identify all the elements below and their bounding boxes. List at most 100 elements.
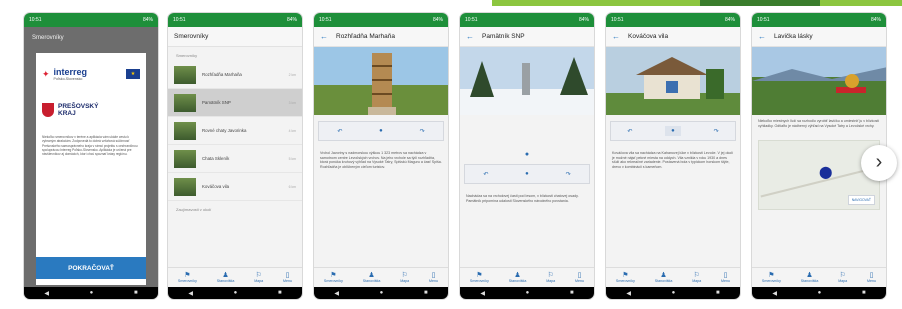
rewind-icon[interactable]: ↶ [627, 128, 632, 135]
play-icon[interactable]: ● [379, 128, 383, 134]
people-icon: ♟ [222, 272, 229, 279]
next-arrow-button[interactable]: › [861, 145, 897, 181]
back-icon[interactable]: ◀ [334, 290, 339, 297]
recents-icon[interactable]: ■ [570, 290, 574, 296]
rewind-icon[interactable]: ↶ [337, 128, 342, 135]
page-title: Lavička lásky [774, 33, 813, 40]
back-icon[interactable]: ◀ [44, 290, 49, 297]
android-nav-bar: ◀ ● ■ [168, 287, 302, 299]
presov-region-logo: PREŠOVSKÝ KRAJ [42, 103, 140, 117]
nav-item[interactable]: ▯ Menu [283, 272, 292, 283]
list-item[interactable]: Rozhľadňa Marhaňa 2 km [168, 61, 302, 89]
signpost-icon: ⚑ [768, 272, 775, 279]
back-arrow-icon[interactable]: ← [612, 32, 620, 41]
section-label: Smerovníky [176, 53, 198, 58]
home-icon[interactable]: ● [90, 290, 94, 296]
home-icon[interactable]: ● [380, 290, 384, 296]
status-bar: 10:51 84% [752, 13, 886, 27]
recents-icon[interactable]: ■ [862, 290, 866, 296]
android-nav-bar: ◀ ● ■ [606, 287, 740, 299]
nav-item[interactable]: ⚑ Smerovníky [178, 272, 197, 283]
screenshot-detail-villa: 10:51 84% ← Kováčova vila ↶ ● ↷ Kováčova v… [605, 12, 741, 300]
nav-item[interactable]: ▯ Menu [867, 272, 876, 283]
nav-item[interactable]: ⚐ Mapa [546, 272, 555, 283]
nav-item[interactable]: ♟ Stanovištia [363, 272, 381, 283]
nav-item[interactable]: ⚑ Smerovníky [616, 272, 635, 283]
nav-item[interactable]: ⚐ Mapa [254, 272, 263, 283]
nav-item[interactable]: ⚐ Mapa [692, 272, 701, 283]
android-nav-bar: ◀ ● ■ [460, 287, 594, 299]
list-item[interactable]: Rovné chaty Javorinka 4 km [168, 117, 302, 145]
app-bar: ← Kováčova vila [606, 27, 740, 47]
description-text: Vrchol Javoriny s nadmorskou výškou 1 32… [320, 151, 442, 169]
home-icon[interactable]: ● [818, 290, 822, 296]
audio-player: ↶ ● ↷ [318, 121, 444, 141]
back-icon[interactable]: ◀ [626, 290, 631, 297]
people-icon: ♟ [368, 272, 375, 279]
back-icon[interactable]: ◀ [480, 290, 485, 297]
nav-item[interactable]: ♟ Stanovištia [509, 272, 527, 283]
thumbnail [174, 65, 196, 84]
page-title: Pamätník SNP [482, 33, 525, 40]
recents-icon[interactable]: ■ [424, 290, 428, 296]
description-text: Kováčova vila sa nachádza na Kahanovej l… [612, 151, 734, 169]
thumbnail [174, 121, 196, 140]
accent-bar-dark [700, 0, 820, 6]
home-icon[interactable]: ● [672, 290, 676, 296]
back-icon[interactable]: ◀ [772, 290, 777, 297]
status-bar: 10:51 84% [314, 13, 448, 27]
navigate-button[interactable]: NAVIGOVAŤ [847, 195, 875, 206]
tower-photo-svg [314, 47, 448, 115]
nav-item[interactable]: ⚑ Smerovníky [470, 272, 489, 283]
nav-item[interactable]: ♟ Stanovištia [655, 272, 673, 283]
recents-icon[interactable]: ■ [278, 290, 282, 296]
bottom-nav: ⚑ Smerovníky ♟ Stanovištia ⚐ Mapa ▯ Menu [314, 267, 448, 287]
location-map[interactable]: ⬤ NAVIGOVAŤ [758, 140, 880, 211]
nav-item[interactable]: ♟ Stanovištia [217, 272, 235, 283]
background-title: Smerovníky [32, 35, 64, 41]
phone-icon: ▯ [431, 272, 436, 279]
nav-item[interactable]: ▯ Menu [429, 272, 438, 283]
nav-item[interactable]: ⚑ Smerovníky [762, 272, 781, 283]
map-pin-icon: ⬤ [819, 165, 833, 180]
thumbnail [174, 177, 196, 196]
list-item[interactable]: Pamätník SNP 3 km [168, 89, 302, 117]
nav-item[interactable]: ▯ Menu [575, 272, 584, 283]
people-icon: ♟ [806, 272, 813, 279]
people-icon: ♟ [514, 272, 521, 279]
status-bar: 10:51 84% [168, 13, 302, 27]
home-icon[interactable]: ● [526, 290, 530, 296]
bottom-nav: ⚑ Smerovníky ♟ Stanovištia ⚐ Mapa ▯ Menu [168, 267, 302, 287]
play-icon[interactable]: ● [525, 171, 529, 177]
nav-item[interactable]: ⚐ Mapa [838, 272, 847, 283]
list-item[interactable]: Kováčova vila 6 km [168, 173, 302, 201]
app-bar: ← Lavička lásky [752, 27, 886, 47]
recents-icon[interactable]: ■ [716, 290, 720, 296]
bottom-nav: ⚑ Smerovníky ♟ Stanovištia ⚐ Mapa ▯ Menu [460, 267, 594, 287]
back-arrow-icon[interactable]: ← [320, 32, 328, 41]
forward-icon[interactable]: ↷ [714, 128, 719, 135]
nav-item[interactable]: ♟ Stanovištia [801, 272, 819, 283]
back-arrow-icon[interactable]: ← [466, 32, 474, 41]
bottom-nav: ⚑ Smerovníky ♟ Stanovištia ⚐ Mapa ▯ Menu [606, 267, 740, 287]
nav-item[interactable]: ▯ Menu [721, 272, 730, 283]
welcome-text: Niekoľko smerovníkov v teréne a aplikáci… [42, 135, 138, 157]
recents-icon[interactable]: ■ [134, 290, 138, 296]
play-icon[interactable]: ● [665, 126, 681, 136]
forward-icon[interactable]: ↷ [566, 171, 571, 178]
status-bar: 10:51 84% [606, 13, 740, 27]
app-bar: ← Pamätník SNP [460, 27, 594, 47]
eu-flag-icon: ★ [126, 69, 140, 79]
tower-photo [314, 47, 448, 115]
hiker-icon: ⚐ [255, 272, 262, 279]
nav-item[interactable]: ⚐ Mapa [400, 272, 409, 283]
rewind-icon[interactable]: ↶ [483, 171, 488, 178]
forward-icon[interactable]: ↷ [420, 128, 425, 135]
home-icon[interactable]: ● [234, 290, 238, 296]
nav-item[interactable]: ⚑ Smerovníky [324, 272, 343, 283]
description-text: Nachádza sa na vrcholovej časti pod leso… [466, 194, 579, 203]
back-icon[interactable]: ◀ [188, 290, 193, 297]
list-item[interactable]: Chata Skleník 5 km [168, 145, 302, 173]
continue-button[interactable]: POKRAČOVAŤ [36, 257, 146, 279]
back-arrow-icon[interactable]: ← [758, 32, 766, 41]
